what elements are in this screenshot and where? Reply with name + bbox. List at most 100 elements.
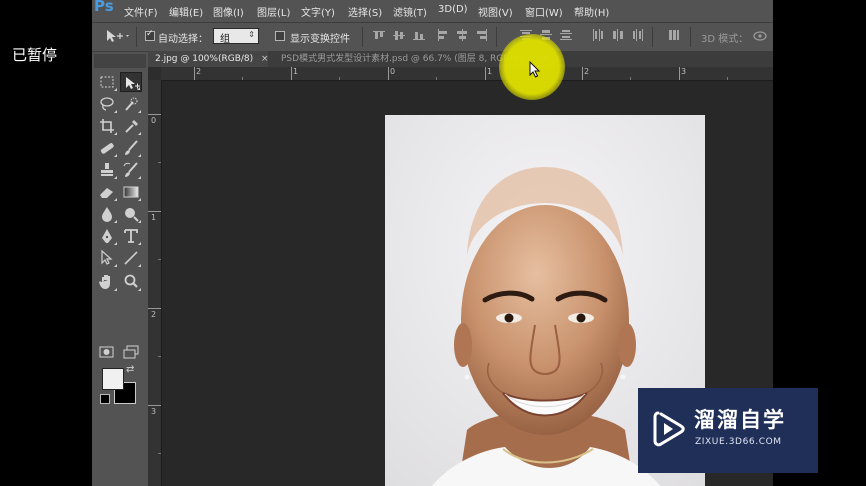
history-brush-tool[interactable]	[120, 160, 142, 180]
ruler-tick	[679, 67, 680, 80]
blur-tool[interactable]	[96, 204, 118, 224]
menu-type[interactable]: 文字(Y)	[301, 4, 335, 19]
pen-icon	[102, 229, 112, 243]
3d-orbit-icon[interactable]	[752, 29, 768, 43]
brush-icon	[125, 140, 138, 155]
zoom-icon	[124, 274, 138, 288]
swap-colors-icon[interactable]: ⇄	[126, 364, 134, 375]
show-transform-checkbox[interactable]	[275, 31, 285, 41]
menu-image[interactable]: 图像(I)	[213, 4, 244, 19]
ruler-tick	[485, 67, 486, 80]
auto-select-dropdown[interactable]: 组 ⇕	[213, 28, 259, 45]
default-colors-icon[interactable]	[100, 394, 110, 404]
menu-view[interactable]: 视图(V)	[478, 4, 513, 19]
distribute-right-icon[interactable]	[632, 29, 644, 41]
align-bottom-icon[interactable]	[413, 29, 425, 41]
watermark-logo: 溜溜自学 ZIXUE.3D66.COM	[638, 388, 818, 473]
ruler-label: 0	[151, 116, 157, 125]
menu-select[interactable]: 选择(S)	[348, 4, 382, 19]
distribute-hcenter-icon[interactable]	[612, 29, 624, 41]
quick-select-tool[interactable]	[120, 94, 142, 114]
divider	[496, 27, 497, 47]
menu-bar: Ps 文件(F) 编辑(E) 图像(I) 图层(L) 文字(Y) 选择(S) 滤…	[92, 0, 773, 20]
eyedropper-icon	[125, 120, 138, 133]
gradient-tool[interactable]	[120, 182, 142, 202]
screen-mode-button[interactable]	[120, 342, 142, 362]
clone-stamp-tool[interactable]	[96, 160, 118, 180]
brush-tool[interactable]	[120, 138, 142, 158]
healing-brush-tool[interactable]	[96, 138, 118, 158]
paused-indicator: 已暂停	[12, 46, 58, 64]
crop-icon	[100, 119, 114, 133]
zoom-tool[interactable]	[120, 272, 142, 292]
ruler-label: 2	[196, 67, 202, 76]
ruler-tick	[148, 308, 161, 309]
lasso-icon	[100, 97, 114, 111]
auto-select-value: 组	[220, 34, 230, 45]
move-tool[interactable]	[120, 72, 142, 92]
menu-window[interactable]: 窗口(W)	[525, 4, 563, 19]
eyedropper-tool[interactable]	[120, 116, 142, 136]
move-icon	[126, 77, 140, 89]
path-select-tool[interactable]	[96, 248, 118, 268]
mouse-cursor-icon	[529, 60, 541, 79]
pen-tool[interactable]	[96, 226, 118, 246]
watermark-title: 溜溜自学	[694, 408, 786, 432]
distribute-bottom-icon[interactable]	[560, 29, 572, 41]
ruler-origin[interactable]	[148, 67, 161, 80]
ruler-label: 0	[390, 67, 396, 76]
auto-select-checkbox[interactable]	[145, 29, 155, 41]
lasso-tool[interactable]	[96, 94, 118, 114]
marquee-icon	[100, 76, 114, 88]
menu-3d[interactable]: 3D(D)	[438, 4, 468, 15]
auto-select-label: 自动选择：	[158, 34, 208, 45]
marquee-tool[interactable]	[96, 72, 118, 92]
distribute-left-icon[interactable]	[592, 29, 604, 41]
ruler-label: 1	[151, 213, 157, 222]
hand-tool[interactable]	[96, 272, 118, 292]
ruler-minor-tick	[158, 356, 161, 357]
line-tool[interactable]	[120, 248, 142, 268]
show-transform-label: 显示变换控件	[290, 34, 350, 45]
align-vcenter-icon[interactable]	[393, 29, 405, 41]
eraser-tool[interactable]	[96, 182, 118, 202]
ruler-tick	[148, 114, 161, 115]
toolbar-grip[interactable]	[94, 54, 146, 68]
dropdown-stepper-icon: ⇕	[248, 30, 255, 39]
type-tool[interactable]	[120, 226, 142, 246]
divider	[652, 27, 653, 47]
align-top-icon[interactable]	[373, 29, 385, 41]
menu-help[interactable]: 帮助(H)	[574, 4, 609, 19]
menu-file[interactable]: 文件(F)	[124, 4, 158, 19]
ruler-label: 2	[151, 310, 157, 319]
quick-select-icon	[125, 97, 138, 111]
ruler-minor-tick	[242, 77, 243, 80]
tab-psd-label: PSD模式男式发型设计素材.psd @ 66.7% (图层 8, RGB/8)	[281, 54, 522, 64]
ruler-minor-tick	[630, 77, 631, 80]
clone-stamp-icon	[101, 163, 113, 176]
align-hcenter-icon[interactable]	[456, 29, 468, 41]
menu-edit[interactable]: 编辑(E)	[169, 4, 203, 19]
3d-mode-label: 3D 模式：	[701, 34, 749, 45]
ruler-tick	[194, 67, 195, 80]
menu-filter[interactable]: 滤镜(T)	[393, 4, 427, 19]
align-left-icon[interactable]	[436, 29, 448, 41]
foreground-color-swatch[interactable]	[102, 368, 124, 390]
ruler-minor-tick	[158, 453, 161, 454]
quick-mask-button[interactable]	[96, 342, 118, 362]
crop-tool[interactable]	[96, 116, 118, 136]
auto-align-layers-icon[interactable]	[668, 29, 680, 41]
toolbox: ⇄	[96, 70, 144, 404]
document-tabs: 2.jpg @ 100%(RGB/8) × PSD模式男式发型设计素材.psd …	[148, 51, 773, 67]
horizontal-ruler[interactable]: 2 1 0 1 2 3	[161, 67, 773, 81]
ruler-minor-tick	[158, 259, 161, 260]
quick-mask-icon	[99, 346, 114, 358]
move-tool-preset-icon[interactable]	[104, 27, 132, 45]
tab-2jpg[interactable]: 2.jpg @ 100%(RGB/8) ×	[148, 51, 269, 67]
align-right-icon[interactable]	[476, 29, 488, 41]
menu-layer[interactable]: 图层(L)	[257, 4, 290, 19]
divider	[690, 27, 691, 47]
dodge-tool[interactable]	[120, 204, 142, 224]
vertical-ruler[interactable]: 0 1 2 3	[148, 80, 162, 486]
ruler-minor-tick	[158, 162, 161, 163]
